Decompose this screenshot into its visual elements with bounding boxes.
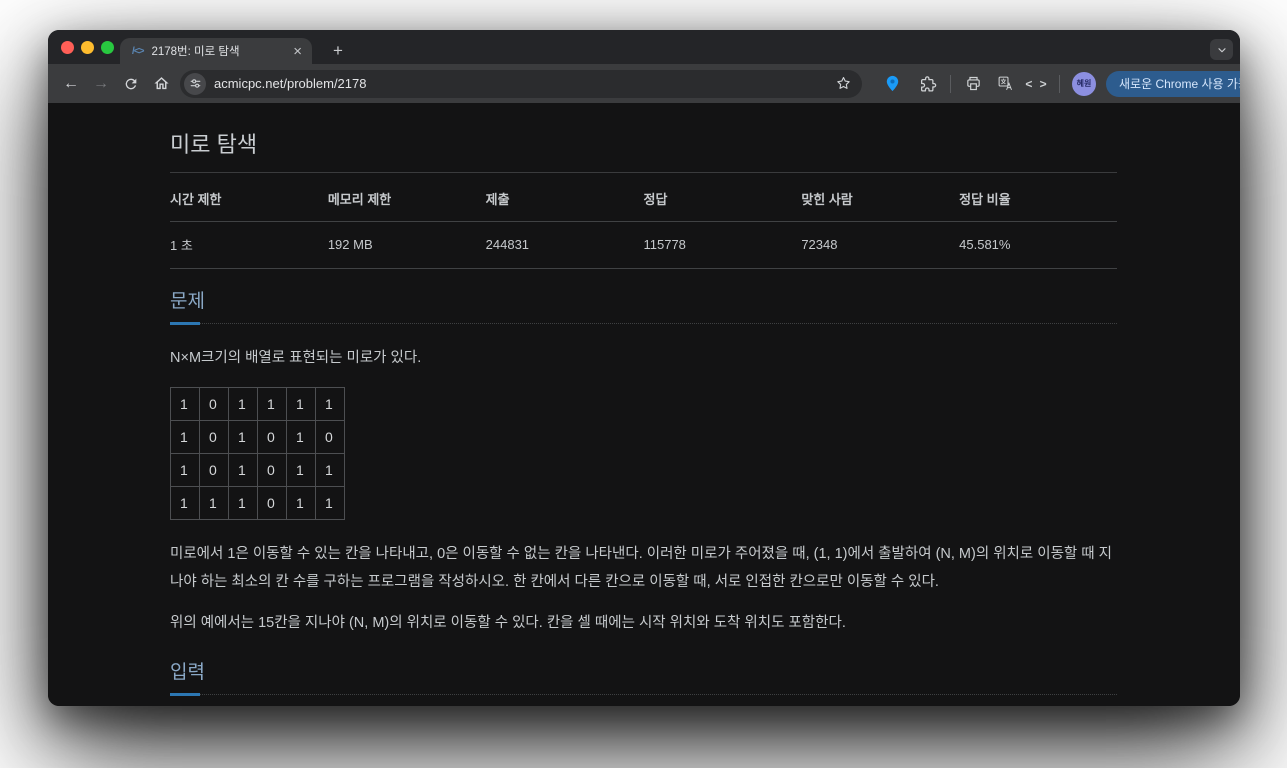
bookmark-button[interactable] <box>832 73 854 95</box>
maze-cell: 1 <box>228 387 258 421</box>
chrome-update-chip[interactable]: 새로운 Chrome 사용 가능 ⋮ <box>1106 70 1240 97</box>
toolbar-divider <box>1059 74 1060 93</box>
maze-cell: 1 <box>170 420 200 454</box>
star-icon <box>836 76 850 89</box>
maze-cell: 1 <box>228 420 258 454</box>
close-window-button[interactable] <box>61 41 74 54</box>
maze-cell: 1 <box>315 486 345 520</box>
back-button[interactable]: ← <box>56 69 86 99</box>
site-settings-button[interactable] <box>184 72 206 95</box>
browser-window: /<> 2178번: 미로 탐색 × + ← → acmicpc.net/pro… <box>48 30 1240 706</box>
tune-icon <box>190 79 200 88</box>
maze-cell: 1 <box>315 453 345 487</box>
maze-cell: 1 <box>286 420 316 454</box>
maze-cell: 0 <box>257 453 287 487</box>
maze-cell: 0 <box>257 420 287 454</box>
table-row: 시간 제한 메모리 제한 제출 정답 맞힌 사람 정답 비율 <box>170 173 1117 222</box>
maze-cell: 1 <box>228 486 258 520</box>
table-row: 1 0 1 0 1 0 <box>170 420 345 454</box>
stat-value: 244831 <box>485 221 644 269</box>
maze-cell: 1 <box>315 387 345 421</box>
close-tab-icon[interactable]: × <box>293 44 302 59</box>
section-heading-problem: 문제 <box>170 291 205 312</box>
new-tab-button[interactable]: + <box>326 39 350 63</box>
table-row: 1 0 1 1 1 1 <box>170 387 345 421</box>
printer-icon <box>966 76 980 91</box>
address-bar[interactable]: acmicpc.net/problem/2178 <box>180 69 862 98</box>
stat-header: 제출 <box>485 173 644 222</box>
home-button[interactable] <box>146 69 176 99</box>
reload-button[interactable] <box>116 69 146 99</box>
code-icon: < > <box>1025 76 1049 91</box>
browser-toolbar: ← → acmicpc.net/problem/2178 < > 혜원 새로운 … <box>48 64 1240 103</box>
maze-cell: 0 <box>315 420 345 454</box>
section-divider <box>170 322 1117 325</box>
section-problem: 문제 <box>170 290 1117 325</box>
tab-title: 2178번: 미로 탐색 <box>151 46 240 58</box>
problem-paragraph: N×M크기의 배열로 표현되는 미로가 있다. <box>170 350 422 366</box>
problem-paragraph: 위의 예에서는 15칸을 지나야 (N, M)의 위치로 이동할 수 있다. 칸… <box>170 615 846 631</box>
maze-cell: 1 <box>228 453 258 487</box>
back-arrow-icon: ← <box>63 74 79 92</box>
maze-cell: 1 <box>286 387 316 421</box>
maze-cell: 1 <box>286 453 316 487</box>
problem-paragraph: 미로에서 1은 이동할 수 있는 칸을 나타내고, 0은 이동할 수 없는 칸을… <box>170 546 1113 590</box>
minimize-window-button[interactable] <box>81 41 94 54</box>
table-row: 1 초 192 MB 244831 115778 72348 45.581% <box>170 221 1117 269</box>
stat-value: 192 MB <box>327 221 486 269</box>
site-favicon-icon: /<> <box>132 45 145 57</box>
stat-header: 맞힌 사람 <box>801 173 960 222</box>
maze-cell: 1 <box>257 387 287 421</box>
blue-pin-icon <box>886 75 898 92</box>
maze-cell: 1 <box>170 387 200 421</box>
fullscreen-window-button[interactable] <box>101 41 114 54</box>
translate-button[interactable] <box>991 70 1019 98</box>
stat-header: 메모리 제한 <box>327 173 486 222</box>
active-tab[interactable]: /<> 2178번: 미로 탐색 × <box>120 38 312 64</box>
maze-cell: 0 <box>199 453 229 487</box>
stat-value: 115778 <box>643 221 802 269</box>
maze-cell: 1 <box>170 453 200 487</box>
page-content: 미로 탐색 시간 제한 메모리 제한 제출 정답 맞힌 사람 정답 비율 1 초… <box>48 103 1240 706</box>
puzzle-icon <box>920 75 937 92</box>
maze-cell: 1 <box>170 486 200 520</box>
chrome-update-label: 새로운 Chrome 사용 가능 <box>1119 77 1240 91</box>
table-row: 1 0 1 0 1 1 <box>170 453 345 487</box>
tab-search-button[interactable] <box>1210 39 1233 60</box>
stat-value: 45.581% <box>959 221 1117 269</box>
code-extension-button[interactable]: < > <box>1023 70 1051 98</box>
forward-arrow-icon: → <box>93 74 109 92</box>
table-row: 1 1 1 0 1 1 <box>170 486 345 520</box>
stat-value: 1 초 <box>170 221 328 269</box>
print-button[interactable] <box>959 70 987 98</box>
translate-icon <box>998 76 1012 91</box>
tab-strip: /<> 2178번: 미로 탐색 × + <box>48 30 1240 64</box>
maze-cell: 0 <box>257 486 287 520</box>
pin-extension-button[interactable] <box>878 70 906 98</box>
section-divider <box>170 693 1117 696</box>
url-text[interactable]: acmicpc.net/problem/2178 <box>214 76 824 91</box>
maze-cell: 1 <box>286 486 316 520</box>
stat-value: 72348 <box>801 221 960 269</box>
stat-header: 시간 제한 <box>170 173 328 222</box>
home-icon <box>153 77 169 90</box>
section-heading-input: 입력 <box>170 662 205 683</box>
section-input: 입력 <box>170 661 1117 696</box>
maze-cell: 1 <box>199 486 229 520</box>
maze-cell: 0 <box>199 420 229 454</box>
toolbar-divider <box>950 74 951 93</box>
reload-icon <box>125 78 137 89</box>
page-title: 미로 탐색 <box>170 132 258 157</box>
problem-stats-table: 시간 제한 메모리 제한 제출 정답 맞힌 사람 정답 비율 1 초 192 M… <box>170 173 1117 269</box>
window-controls <box>61 41 114 54</box>
forward-button[interactable]: → <box>86 69 116 99</box>
maze-cell: 0 <box>199 387 229 421</box>
stat-header: 정답 비율 <box>959 173 1117 222</box>
stat-header: 정답 <box>643 173 802 222</box>
toolbar-right-cluster: < > 혜원 새로운 Chrome 사용 가능 ⋮ <box>878 70 1240 98</box>
maze-table: 1 0 1 1 1 1 1 0 1 0 1 0 1 0 1 0 1 1 1 1 … <box>170 387 345 520</box>
chevron-down-icon <box>1217 47 1226 52</box>
extensions-button[interactable] <box>914 70 942 98</box>
profile-avatar[interactable]: 혜원 <box>1072 71 1096 96</box>
